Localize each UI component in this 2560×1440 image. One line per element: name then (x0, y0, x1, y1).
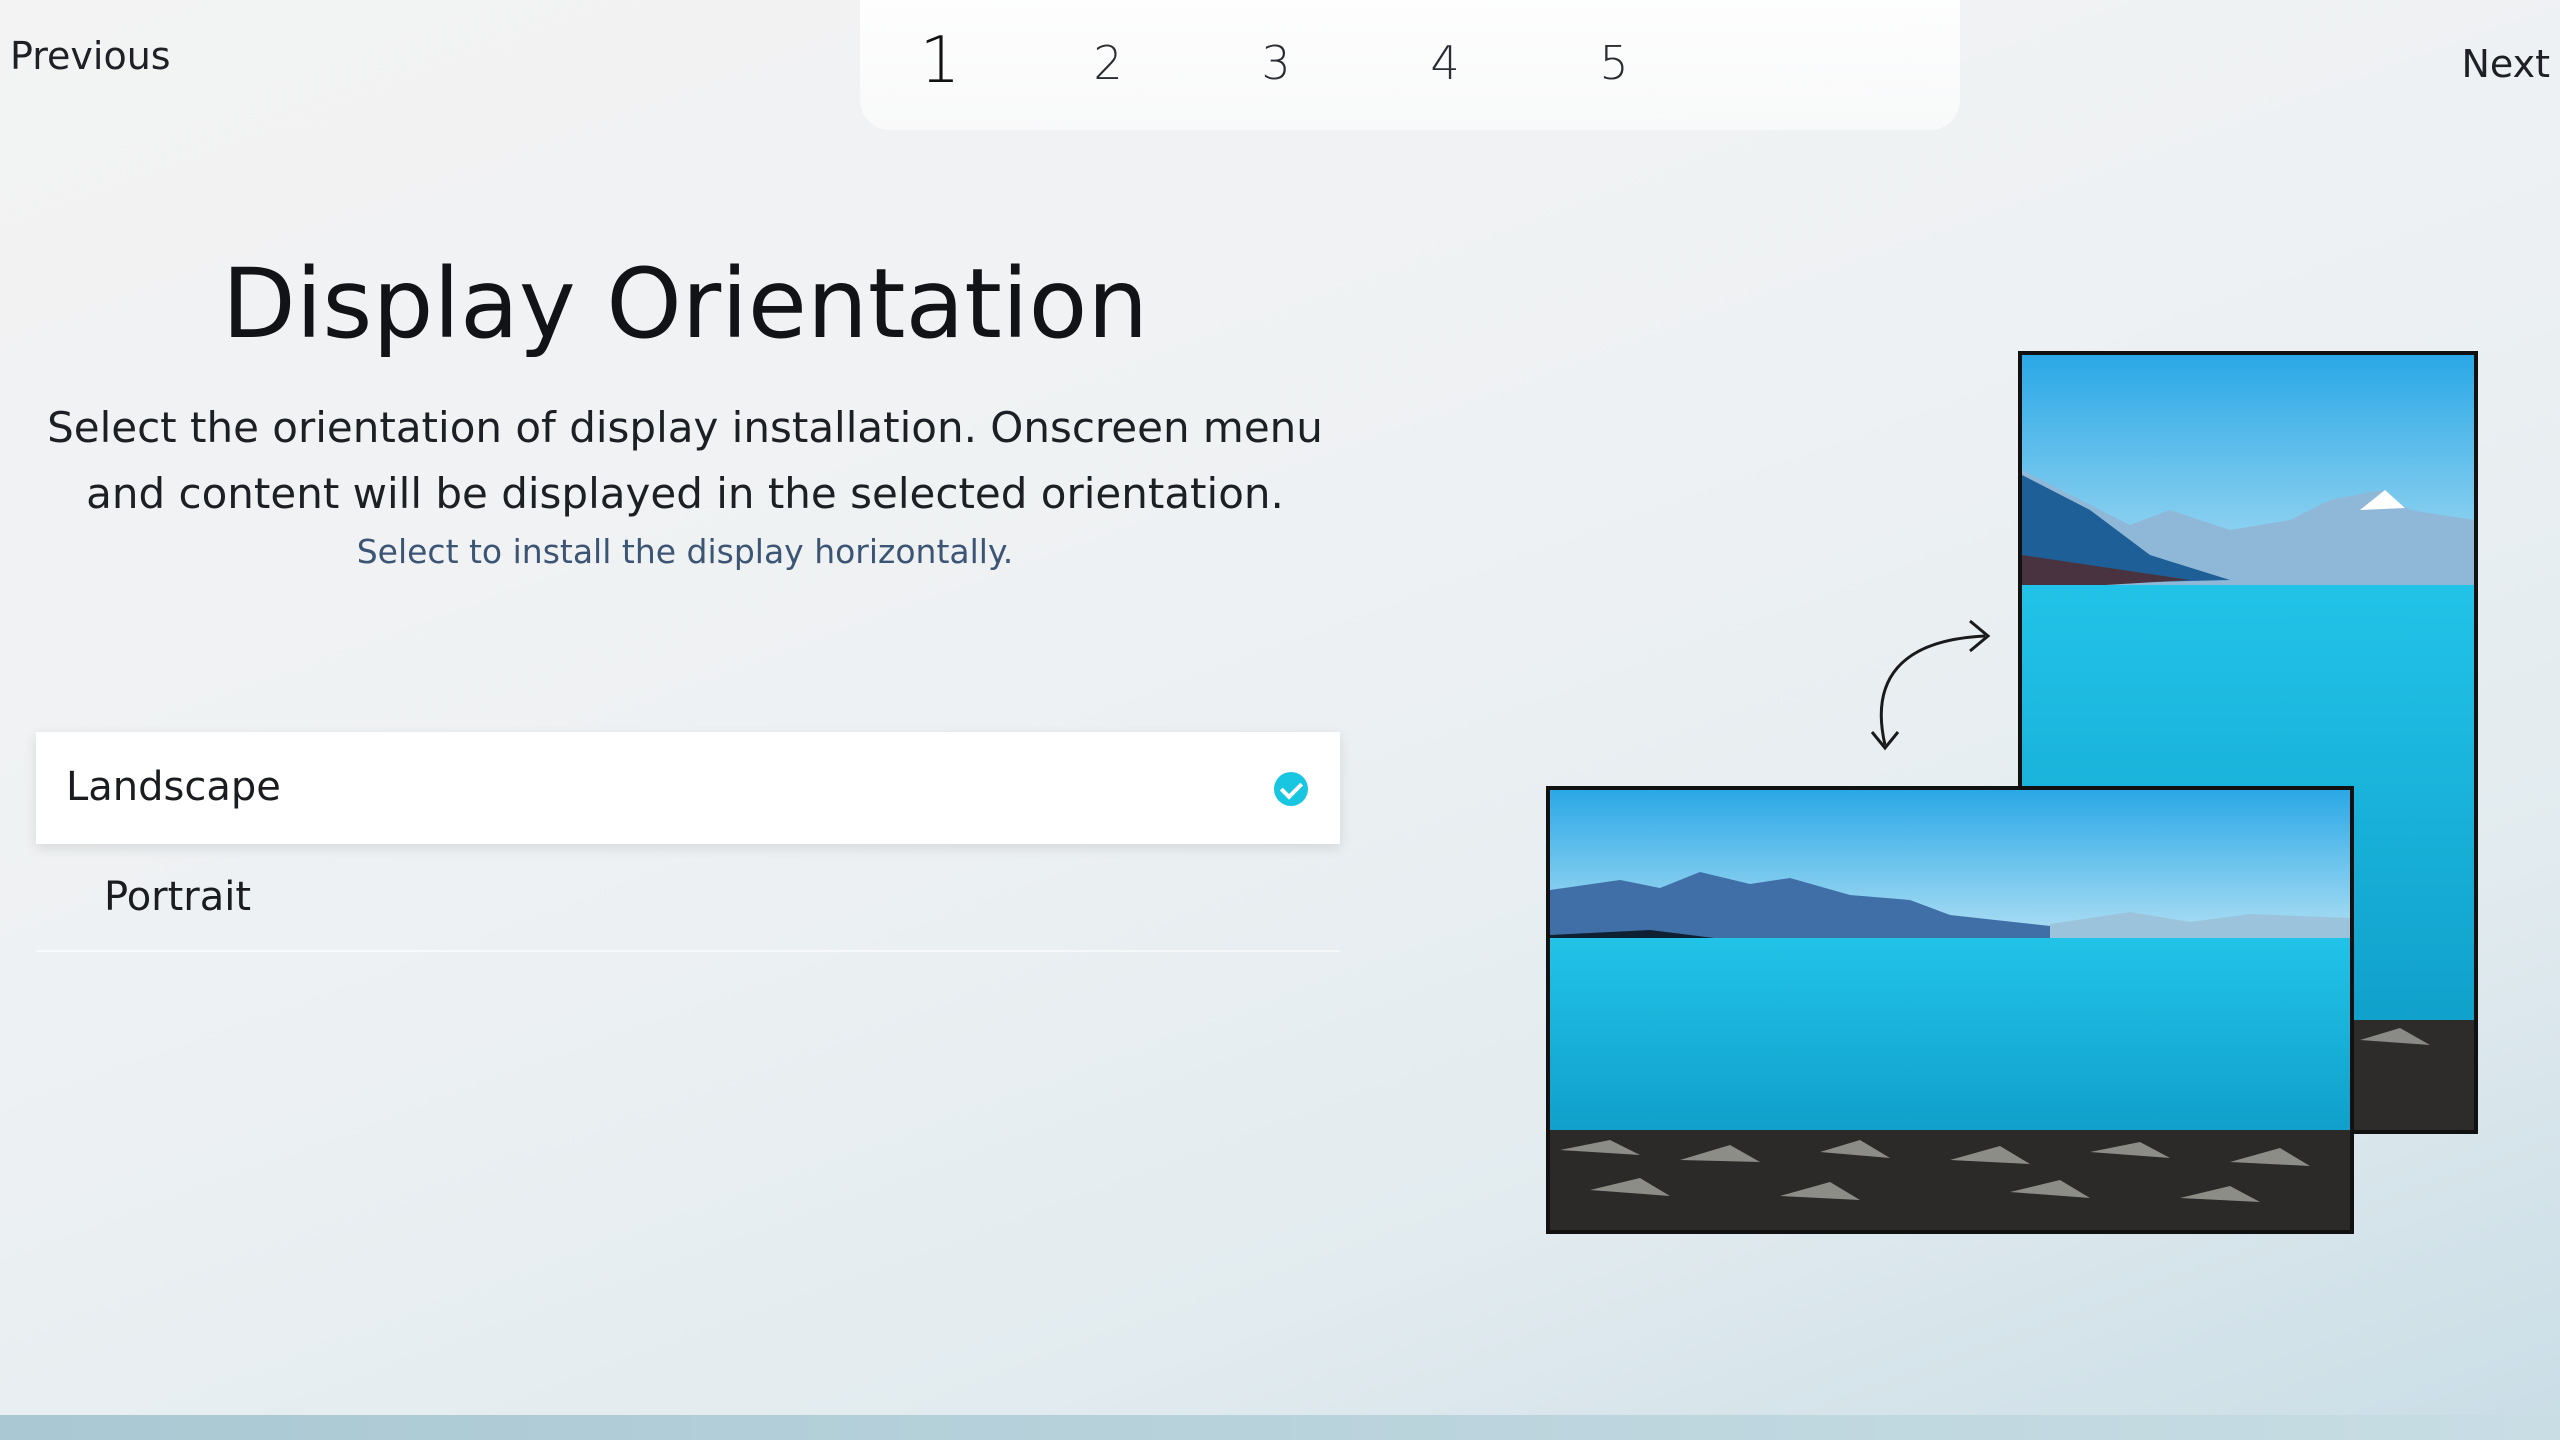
orientation-illustration (1546, 351, 2478, 1234)
check-circle-icon (1274, 772, 1308, 806)
description-line-2: and content will be displayed in the sel… (86, 469, 1284, 518)
option-landscape-label: Landscape (66, 764, 281, 810)
step-indicator-background (860, 0, 1960, 130)
step-1: 1 (919, 24, 961, 98)
selection-hint: Select to install the display horizontal… (356, 532, 1014, 571)
step-2: 2 (1093, 36, 1123, 90)
page-description: Select the orientation of display instal… (30, 395, 1340, 527)
option-landscape[interactable]: Landscape (36, 732, 1340, 844)
top-navigation-bar: Previous 1 2 3 4 5 Next (0, 0, 2560, 130)
options-divider (36, 950, 1340, 952)
previous-button[interactable]: Previous (10, 34, 171, 78)
option-portrait[interactable]: Portrait (36, 840, 1340, 952)
next-button[interactable]: Next (2461, 42, 2550, 86)
page-title: Display Orientation (221, 248, 1149, 360)
landscape-display-image (1546, 786, 2354, 1234)
step-5: 5 (1599, 36, 1629, 90)
description-line-1: Select the orientation of display instal… (47, 403, 1323, 452)
step-3: 3 (1261, 36, 1291, 90)
option-portrait-label: Portrait (104, 874, 252, 920)
bottom-edge (0, 1415, 2560, 1440)
rotate-arrow-icon (1870, 619, 1991, 751)
step-4: 4 (1430, 36, 1460, 90)
